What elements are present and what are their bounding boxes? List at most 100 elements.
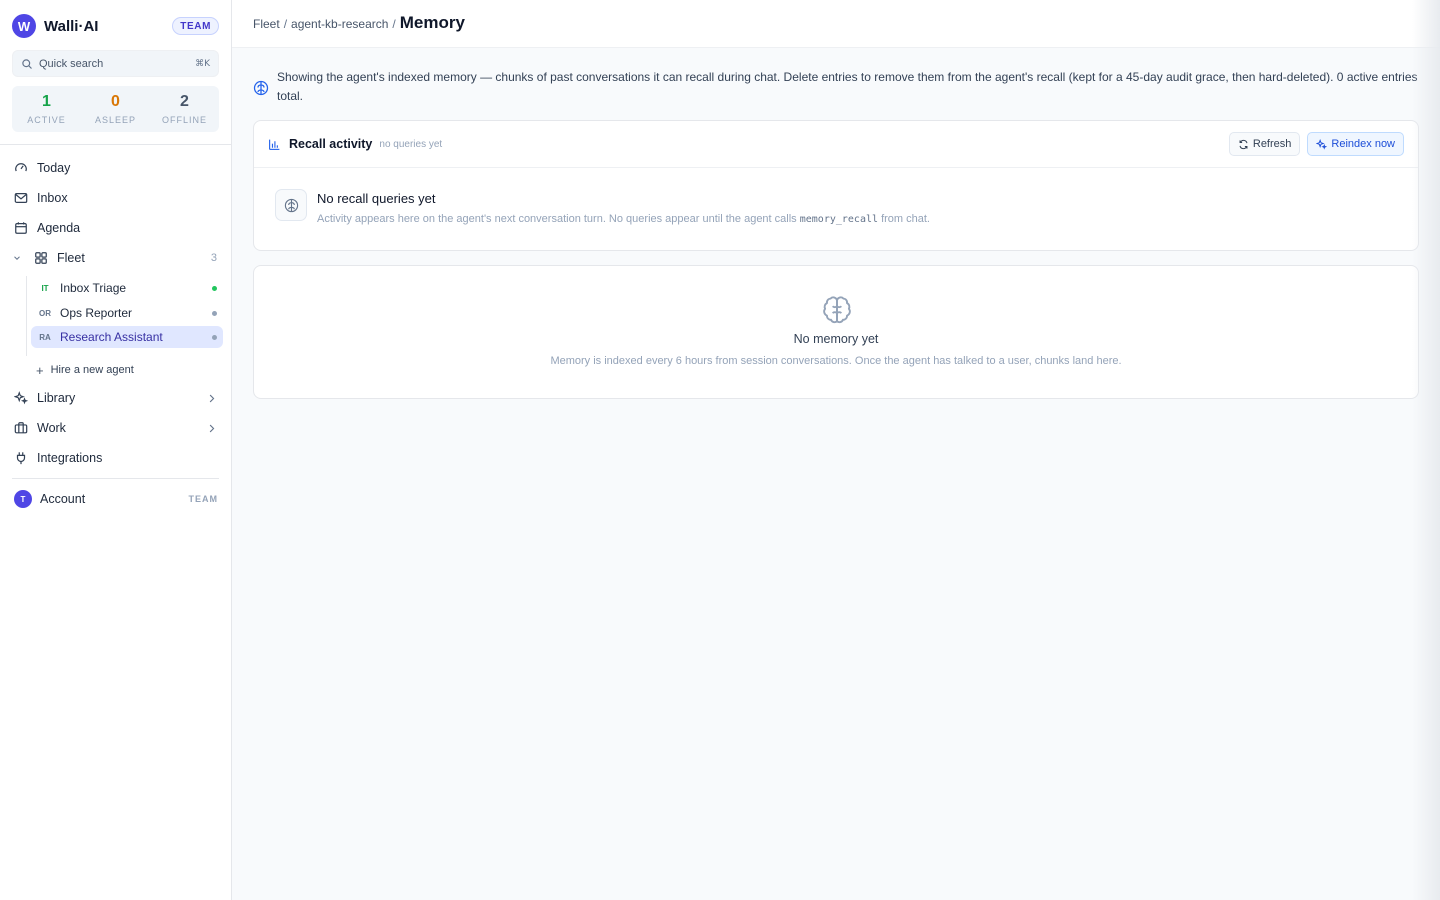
page-title: Memory xyxy=(399,13,465,32)
stat-active: 1 ACTIVE xyxy=(12,86,81,132)
recall-empty-desc-end: from chat. xyxy=(881,213,930,225)
agent-research-assistant[interactable]: RA Research Assistant xyxy=(31,326,223,348)
nav-agenda-label: Agenda xyxy=(37,221,81,235)
nav-inbox[interactable]: Inbox xyxy=(12,186,220,210)
chevron-down-icon[interactable] xyxy=(12,251,22,265)
agent-initials: OR xyxy=(39,308,51,318)
nav-work-label: Work xyxy=(37,421,66,435)
quick-search[interactable]: Quick search ⌘K xyxy=(12,50,219,77)
nav-fleet-label: Fleet xyxy=(57,251,85,265)
sparkles-icon xyxy=(1316,138,1328,150)
recall-empty-state: No recall queries yet Activity appears h… xyxy=(275,189,930,225)
nav-agenda[interactable]: Agenda xyxy=(12,216,220,240)
reindex-button[interactable]: Reindex now xyxy=(1307,132,1404,156)
nav-today[interactable]: Today xyxy=(12,156,220,180)
search-placeholder: Quick search xyxy=(39,57,104,70)
nav-today-label: Today xyxy=(37,161,71,175)
hire-agent-label: Hire a new agent xyxy=(50,364,134,376)
recall-empty-text: No recall queries yet Activity appears h… xyxy=(317,189,930,225)
memory-info-text: Showing the agent's indexed memory — chu… xyxy=(277,70,1418,103)
nav-library-label: Library xyxy=(37,391,76,405)
refresh-icon xyxy=(1239,139,1248,149)
memory-card: No memory yet Memory is indexed every 6 … xyxy=(253,265,1419,399)
nav-library[interactable]: Library xyxy=(12,386,220,410)
agent-initials: RA xyxy=(39,332,51,342)
stat-active-value: 1 xyxy=(42,93,51,110)
chevron-right-icon xyxy=(206,393,217,404)
breadcrumb-fleet[interactable]: Fleet xyxy=(253,17,280,31)
account-label: Account xyxy=(40,492,86,506)
brain-icon xyxy=(823,296,851,324)
nav-integrations[interactable]: Integrations xyxy=(12,446,220,470)
agent-initials: IT xyxy=(41,283,49,293)
refresh-label: Refresh xyxy=(1252,138,1292,150)
gauge-icon xyxy=(14,161,28,175)
stat-asleep: 0 ASLEEP xyxy=(81,86,150,132)
account-menu[interactable]: T Account TEAM xyxy=(14,489,218,509)
recall-activity-header: Recall activity no queries yet Refresh R… xyxy=(254,121,1418,168)
plus-icon: + xyxy=(36,362,44,378)
recall-activity-subtitle: no queries yet xyxy=(379,138,443,150)
agent-ops-reporter[interactable]: OR Ops Reporter xyxy=(31,302,223,324)
nav-work[interactable]: Work xyxy=(12,416,220,440)
brand-logo: W xyxy=(12,14,36,38)
nav-inbox-label: Inbox xyxy=(37,191,68,205)
breadcrumb: Fleet / agent-kb-research / Memory xyxy=(253,13,465,33)
fleet-tree-line xyxy=(26,276,27,356)
memory-recall-code: memory_recall xyxy=(799,214,879,225)
divider xyxy=(0,144,231,145)
stat-offline-label: OFFLINE xyxy=(161,115,207,125)
divider xyxy=(12,478,219,479)
breadcrumb-separator: / xyxy=(283,17,288,31)
memory-empty-title: No memory yet xyxy=(793,332,879,346)
agent-name: Research Assistant xyxy=(60,330,163,344)
page-header: Fleet / agent-kb-research / Memory xyxy=(232,0,1440,48)
recall-empty-description: Activity appears here on the agent's nex… xyxy=(317,213,930,225)
window-edge-shadow xyxy=(1412,0,1440,900)
memory-empty-description: Memory is indexed every 6 hours from ses… xyxy=(550,355,1122,367)
agent-status-dot xyxy=(212,285,217,291)
refresh-button[interactable]: Refresh xyxy=(1228,132,1301,156)
account-plan-badge: TEAM xyxy=(188,494,218,504)
stat-asleep-value: 0 xyxy=(111,93,120,110)
sparkles-icon xyxy=(14,391,28,405)
agent-status-dot xyxy=(212,334,217,340)
nav-fleet[interactable]: Fleet 3 xyxy=(12,246,220,270)
brand[interactable]: W Walli·AI TEAM xyxy=(12,14,220,38)
recall-empty-title: No recall queries yet xyxy=(317,191,436,206)
bar-chart-icon xyxy=(269,139,280,150)
plan-badge: TEAM xyxy=(172,17,219,35)
briefcase-icon xyxy=(14,421,28,435)
recall-activity-title: Recall activity xyxy=(289,137,373,151)
hire-agent-button[interactable]: + Hire a new agent xyxy=(36,362,134,378)
brand-name: Walli·AI xyxy=(44,17,99,35)
breadcrumb-separator: / xyxy=(392,17,396,31)
fleet-count: 3 xyxy=(210,252,217,264)
agent-inbox-triage[interactable]: IT Inbox Triage xyxy=(31,277,223,299)
nav-integrations-label: Integrations xyxy=(37,451,103,465)
recall-activity-card: Recall activity no queries yet Refresh R… xyxy=(253,120,1419,251)
agent-status-summary: 1 ACTIVE 0 ASLEEP 2 OFFLINE xyxy=(12,86,219,132)
agent-name: Ops Reporter xyxy=(60,306,133,320)
calendar-icon xyxy=(14,221,28,235)
breadcrumb-agent[interactable]: agent-kb-research xyxy=(291,17,388,31)
search-shortcut: ⌘K xyxy=(195,58,210,69)
mail-icon xyxy=(14,191,28,205)
agent-name: Inbox Triage xyxy=(60,281,127,295)
stat-offline-value: 2 xyxy=(180,93,189,110)
chevron-right-icon xyxy=(206,423,217,434)
brain-icon xyxy=(275,189,307,221)
agent-status-dot xyxy=(212,310,217,316)
grid-icon xyxy=(34,251,48,265)
reindex-label: Reindex now xyxy=(1331,138,1395,150)
stat-asleep-label: ASLEEP xyxy=(94,115,137,125)
memory-info-banner: Showing the agent's indexed memory — chu… xyxy=(253,68,1423,106)
recall-empty-desc-start: Activity appears here on the agent's nex… xyxy=(317,213,797,225)
brain-icon xyxy=(253,80,269,96)
sidebar: W Walli·AI TEAM Quick search ⌘K 1 ACTIVE… xyxy=(0,0,232,900)
search-icon xyxy=(22,58,32,69)
stat-active-label: ACTIVE xyxy=(27,115,66,125)
stat-offline: 2 OFFLINE xyxy=(150,86,219,132)
avatar: T xyxy=(14,490,32,508)
plug-icon xyxy=(14,451,28,465)
